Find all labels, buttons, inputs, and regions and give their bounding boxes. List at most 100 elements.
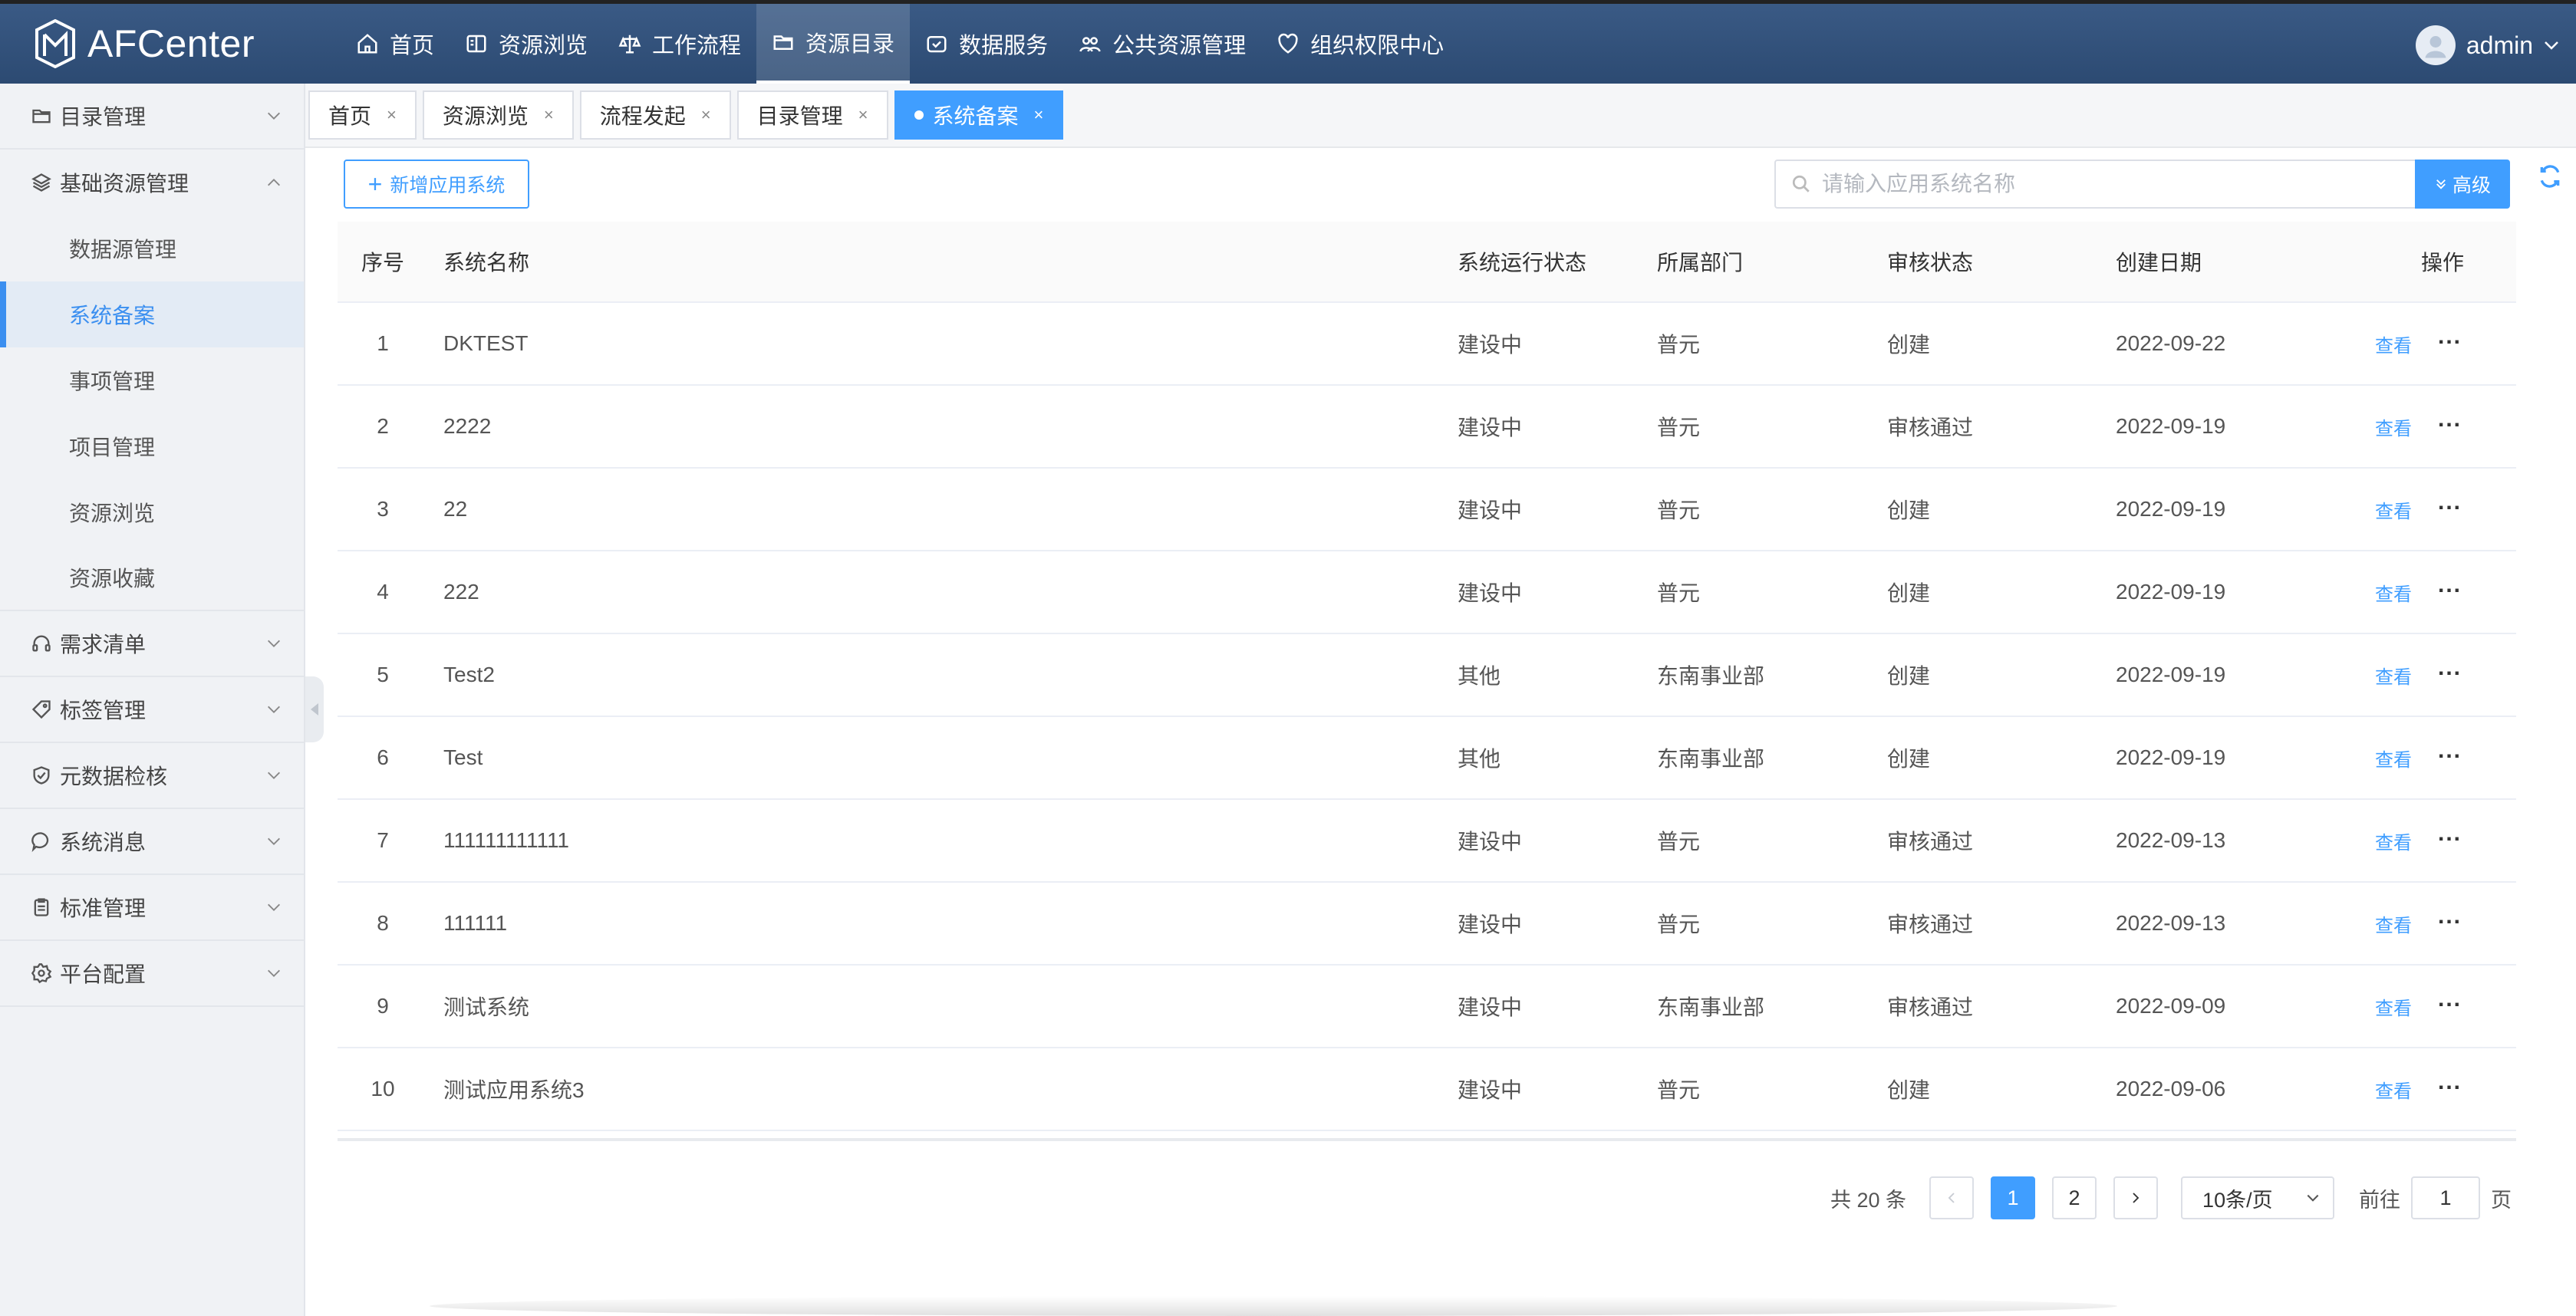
more-actions-icon[interactable]: ...	[2438, 1069, 2462, 1095]
view-link[interactable]: 查看	[2375, 579, 2412, 606]
cell-index: 5	[377, 663, 389, 686]
more-actions-icon[interactable]: ...	[2438, 903, 2462, 929]
chat-icon	[31, 832, 49, 852]
sidebar-group-standards[interactable]: 标准管理	[0, 875, 304, 941]
more-actions-icon[interactable]: ...	[2438, 986, 2462, 1012]
tab-resource-browse[interactable]: 资源浏览 ×	[422, 90, 574, 140]
tag-icon	[31, 700, 51, 719]
top-header: AFCenter 首页 资源浏览 工作流程 资源目录 数据服务 公共资源管理 组…	[0, 0, 2576, 84]
table-scrollbar[interactable]	[338, 1138, 2516, 1141]
sidebar-group-messages[interactable]: 系统消息	[0, 809, 304, 875]
close-icon[interactable]: ×	[387, 105, 397, 125]
prev-page-button[interactable]	[1929, 1176, 1975, 1219]
cell-created-date: 2022-09-13	[2116, 828, 2226, 852]
sidebar-group-platform-config[interactable]: 平台配置	[0, 941, 304, 1007]
cell-audit-status: 审核通过	[1887, 830, 1974, 854]
search-input[interactable]	[1822, 172, 2405, 196]
tab-system-filing[interactable]: 系统备案 ×	[894, 90, 1064, 140]
page-tabs: 首页 × 资源浏览 × 流程发起 × 目录管理 × 系统备案 ×	[305, 84, 2576, 148]
more-actions-icon[interactable]: ...	[2438, 821, 2462, 847]
chevron-down-icon	[268, 112, 280, 120]
cell-audit-status: 审核通过	[1887, 995, 1974, 1019]
add-app-system-button[interactable]: + 新增应用系统	[344, 160, 529, 209]
sidebar-group-tags[interactable]: 标签管理	[0, 677, 304, 743]
view-link[interactable]: 查看	[2375, 413, 2412, 440]
sidebar-collapse-handle[interactable]	[305, 676, 324, 742]
folder-icon	[32, 109, 51, 123]
cell-audit-status: 创建	[1887, 581, 1931, 605]
view-link[interactable]: 查看	[2375, 1076, 2412, 1103]
cell-actions: 查看...	[2369, 821, 2516, 854]
nav-label: 数据服务	[959, 34, 1049, 58]
page-1-button[interactable]: 1	[1991, 1176, 2036, 1219]
table-header: 序号 系统名称 系统运行状态 所属部门 审核状态 创建日期 操作	[338, 222, 2516, 303]
goto-page-input[interactable]	[2411, 1176, 2481, 1219]
refresh-button[interactable]	[2538, 164, 2562, 189]
chevron-down-icon	[268, 837, 280, 845]
cell-index: 3	[377, 497, 389, 521]
view-link[interactable]: 查看	[2375, 827, 2412, 854]
sidebar-group-label: 系统消息	[60, 831, 147, 854]
nav-resource-catalog[interactable]: 资源目录	[756, 4, 911, 84]
double-chevron-down-icon	[2436, 179, 2446, 189]
tab-catalog-manage[interactable]: 目录管理 ×	[736, 90, 888, 140]
nav-home[interactable]: 首页	[341, 4, 450, 84]
view-link[interactable]: 查看	[2375, 910, 2412, 937]
cell-audit-status: 创建	[1887, 333, 1931, 357]
page-size-select[interactable]: 10条/页	[2181, 1176, 2335, 1219]
app-logo[interactable]: AFCenter	[34, 19, 341, 68]
sidebar-group-catalog[interactable]: 目录管理	[0, 84, 304, 150]
view-link[interactable]: 查看	[2375, 496, 2412, 523]
sidebar: 目录管理 基础资源管理 数据源管理 系统备案 事项管理 项目管理 资源浏览 资源…	[0, 84, 305, 1316]
close-icon[interactable]: ×	[1034, 105, 1044, 125]
more-actions-icon[interactable]: ...	[2438, 655, 2462, 681]
nav-org-permission[interactable]: 组织权限中心	[1261, 4, 1459, 84]
more-actions-icon[interactable]: ...	[2438, 572, 2462, 598]
system-table: 序号 系统名称 系统运行状态 所属部门 审核状态 创建日期 操作 1 DKTEST…	[338, 222, 2516, 1131]
sidebar-item-datasource[interactable]: 数据源管理	[0, 215, 304, 281]
tab-process-start[interactable]: 流程发起 ×	[579, 90, 731, 140]
goto-prefix: 前往	[2359, 1188, 2401, 1212]
sidebar-item-favorites[interactable]: 资源收藏	[0, 545, 304, 611]
share-icon	[1079, 37, 1101, 52]
view-link[interactable]: 查看	[2375, 331, 2412, 357]
view-link[interactable]: 查看	[2375, 662, 2412, 689]
nav-resource-browse[interactable]: 资源浏览	[450, 4, 603, 84]
sidebar-item-projects[interactable]: 项目管理	[0, 413, 304, 479]
shield-heart-icon	[1278, 33, 1298, 54]
sidebar-group-label: 基础资源管理	[60, 172, 189, 196]
chevron-right-icon	[2133, 1193, 2140, 1203]
nav-public-resource[interactable]: 公共资源管理	[1063, 4, 1261, 84]
tab-home[interactable]: 首页 ×	[308, 90, 417, 140]
cell-system-name: DKTEST	[443, 331, 529, 355]
main-nav: 首页 资源浏览 工作流程 资源目录 数据服务 公共资源管理 组织权限中心	[341, 4, 1459, 84]
next-page-button[interactable]	[2113, 1176, 2159, 1219]
sidebar-group-label: 元数据检核	[60, 765, 168, 788]
sidebar-group-basic-resource[interactable]: 基础资源管理	[0, 150, 304, 215]
more-actions-icon[interactable]: ...	[2438, 406, 2462, 433]
sidebar-item-system-filing[interactable]: 系统备案	[0, 281, 304, 347]
sidebar-group-metadata-check[interactable]: 元数据检核	[0, 743, 304, 809]
view-link[interactable]: 查看	[2375, 993, 2412, 1020]
user-menu[interactable]: admin	[2415, 25, 2561, 65]
advanced-search-button[interactable]: 高级	[2415, 160, 2510, 209]
cell-actions: 查看...	[2369, 572, 2516, 606]
close-icon[interactable]: ×	[544, 105, 554, 125]
table-body: 1 DKTEST 建设中 普元 创建 2022-09-22 查看... 2 2222 建设中 普元审…	[338, 303, 2516, 1131]
nav-label: 资源浏览	[499, 34, 588, 58]
more-actions-icon[interactable]: ...	[2438, 324, 2462, 350]
page-2-button[interactable]: 2	[2052, 1176, 2097, 1219]
sidebar-item-label: 项目管理	[69, 436, 156, 459]
chevron-down-icon	[2545, 41, 2558, 50]
more-actions-icon[interactable]: ...	[2438, 738, 2462, 764]
sidebar-group-requirements[interactable]: 需求清单	[0, 611, 304, 677]
more-actions-icon[interactable]: ...	[2438, 489, 2462, 515]
sidebar-group-label: 目录管理	[60, 105, 147, 129]
nav-data-service[interactable]: 数据服务	[910, 4, 1063, 84]
nav-workflow[interactable]: 工作流程	[603, 4, 756, 84]
sidebar-item-matters[interactable]: 事项管理	[0, 347, 304, 413]
close-icon[interactable]: ×	[701, 105, 711, 125]
sidebar-item-resource-browse[interactable]: 资源浏览	[0, 479, 304, 545]
view-link[interactable]: 查看	[2375, 745, 2412, 772]
close-icon[interactable]: ×	[858, 105, 868, 125]
